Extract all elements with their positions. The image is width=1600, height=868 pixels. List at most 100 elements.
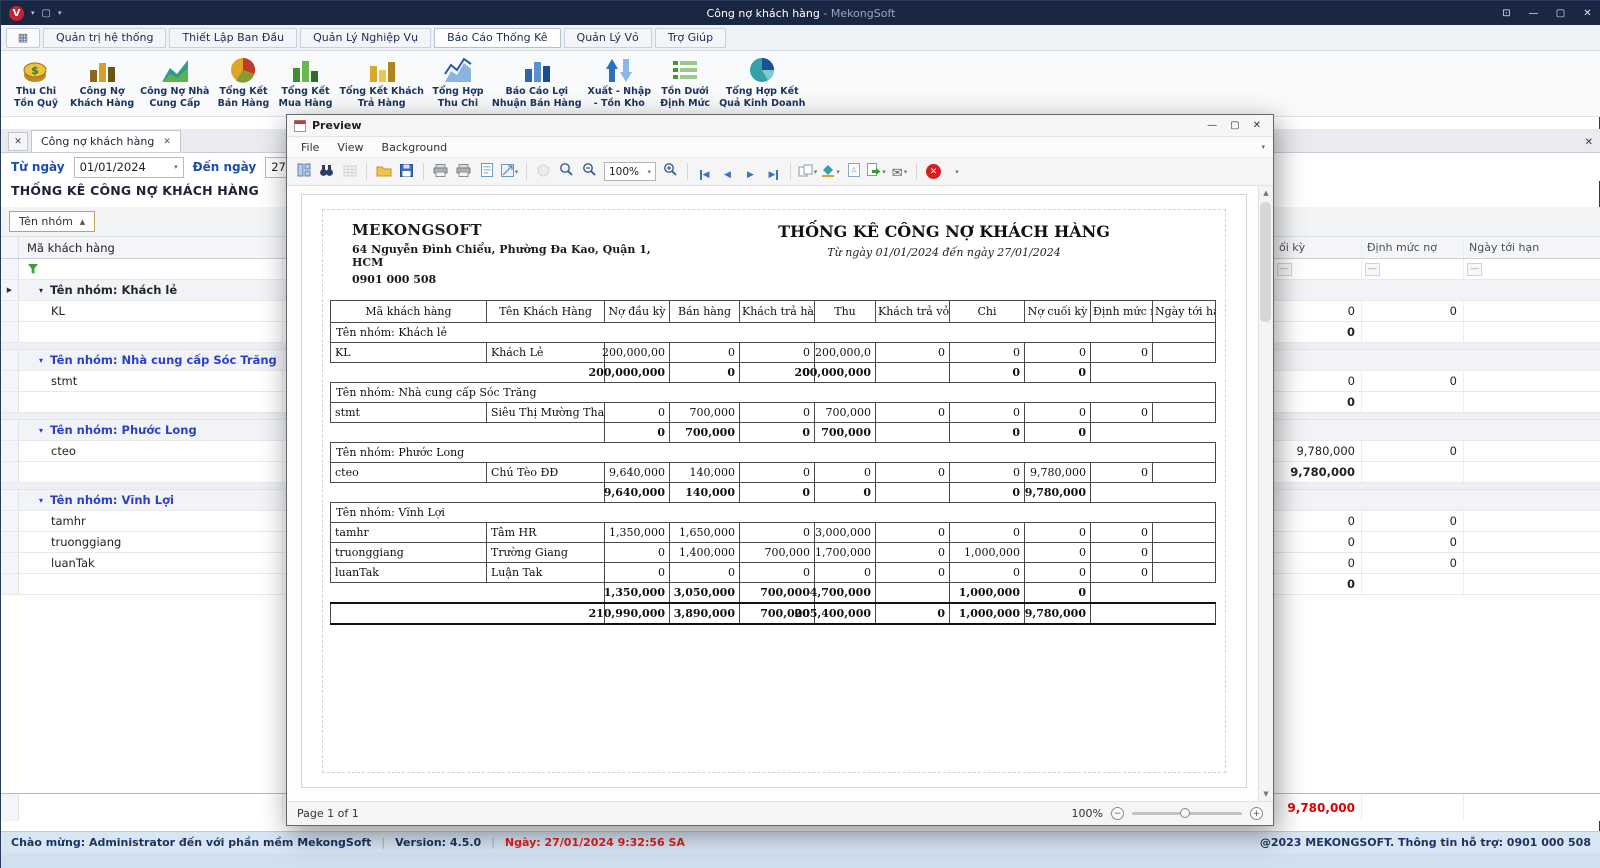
zoom-slider[interactable] [1132, 812, 1242, 815]
close-preview-button[interactable]: ✕ [923, 161, 944, 183]
expand-icon[interactable]: ⊡ [1493, 1, 1520, 25]
prev-page-button[interactable]: ◀ [717, 161, 738, 183]
ribbon-tool-6[interactable]: Tổng Kết KháchTrả Hàng [336, 53, 426, 116]
app-logo-icon[interactable]: V [9, 6, 24, 21]
zoom-in-button[interactable] [660, 161, 681, 183]
from-date-label: Từ ngày [11, 160, 65, 174]
zoom-slider-thumb[interactable] [1180, 808, 1190, 818]
chevron-down-icon[interactable]: ▾ [58, 9, 62, 17]
report-table-wrap: Mã khách hàngTên Khách HàngNợ đầu kỳBán … [302, 286, 1246, 625]
ribbon-tool-4[interactable]: Tổng KếtBán Hàng [212, 53, 274, 116]
zoom-level-combo[interactable]: 100%▾ [604, 162, 656, 181]
report-text-cell: Chú Tèo ĐĐ [487, 463, 605, 483]
column-header-ngay-toi-han[interactable]: Ngày tới hạn [1463, 237, 1600, 258]
print-icon [433, 162, 448, 181]
preview-minimize-button[interactable]: — [1207, 120, 1217, 131]
tab-tro-giup[interactable]: Trợ Giúp [655, 28, 726, 48]
ribbon-tool-5[interactable]: Tổng KếtMua Hàng [274, 53, 336, 116]
watermark-button[interactable]: A [843, 161, 864, 183]
page-setup-button[interactable] [476, 161, 497, 183]
close-tab-icon[interactable]: ✕ [163, 137, 171, 147]
export-icon [867, 162, 881, 181]
email-button[interactable]: ✉▾ [889, 161, 910, 183]
filter-cell-ma-khach-hang[interactable] [19, 259, 283, 279]
customer-code-cell: stmt [19, 371, 283, 391]
menu-file[interactable]: File [292, 139, 328, 156]
ribbon-tool-7[interactable]: Tổng HợpThu Chi [427, 53, 489, 116]
bars-blue-icon [522, 55, 552, 85]
print-button[interactable] [430, 161, 451, 183]
customize-icon[interactable]: ▢ [42, 8, 51, 19]
chevron-down-icon[interactable]: ▾ [174, 163, 178, 171]
more-button[interactable]: ▾ [946, 161, 967, 183]
first-page-button[interactable]: ◀ [694, 161, 715, 183]
page-thumbnails-button[interactable] [293, 161, 314, 183]
zoom-out-button[interactable]: − [1111, 807, 1124, 820]
ribbon-tool-3[interactable]: Công Nợ NhàCung Cấp [137, 53, 212, 116]
close-document-button[interactable]: ✕ [8, 132, 28, 151]
tab-bao-cao-thong-ke[interactable]: Báo Cáo Thống Kê [434, 28, 560, 48]
chevron-down-icon: ▾ [814, 168, 818, 176]
tab-quan-tri-he-thong[interactable]: Quản trị hệ thống [43, 28, 166, 48]
ribbon-tool-1[interactable]: $Thu ChiTồn Quỹ [5, 53, 67, 116]
menu-view[interactable]: View [328, 139, 372, 156]
report-number-cell: 0 [1091, 463, 1153, 483]
minimize-button[interactable]: — [1520, 1, 1547, 25]
column-header-ma-khach-hang[interactable]: Mã khách hàng [19, 237, 283, 258]
ribbon-tool-11[interactable]: Tổng Hợp KếtQuả Kinh Doanh [716, 53, 808, 116]
coin-icon: $ [21, 55, 51, 85]
open-folder-button[interactable] [373, 161, 394, 183]
document-tab-cong-no-khach-hang[interactable]: Công nợ khách hàng ✕ [31, 130, 181, 152]
filter-cell-ngay-toi-han[interactable]: — [1463, 259, 1600, 279]
page-color-button[interactable]: ▾ [820, 161, 841, 183]
search-button[interactable] [316, 161, 337, 183]
filter-cell-no-cuoi-ky[interactable]: — [1273, 259, 1361, 279]
hand-tool-button[interactable] [533, 161, 554, 183]
row-indicator [1, 490, 19, 510]
preview-close-button[interactable]: ✕ [1253, 120, 1261, 131]
quick-print-button[interactable] [453, 161, 474, 183]
column-header-dinh-muc-no[interactable]: Định mức nợ [1361, 237, 1463, 258]
scroll-up-icon[interactable]: ▲ [1263, 189, 1268, 197]
tab-quan-ly-vo[interactable]: Quản Lý Vỏ [564, 28, 652, 48]
tab-quan-ly-nghiep-vu[interactable]: Quản Lý Nghiệp Vụ [300, 28, 431, 48]
ribbon-tool-9[interactable]: Xuất - Nhập- Tồn Kho [585, 53, 655, 116]
report-column-header: Tên Khách Hàng [487, 301, 605, 323]
collapse-caret-icon[interactable]: ▾ [39, 496, 43, 505]
maximize-button[interactable]: ▢ [1547, 1, 1574, 25]
collapse-caret-icon[interactable]: ▾ [39, 286, 43, 295]
tab-thiet-lap-ban-dau[interactable]: Thiết Lập Ban Đầu [169, 28, 297, 48]
preview-maximize-button[interactable]: ▢ [1230, 120, 1239, 131]
collapse-caret-icon[interactable]: ▾ [39, 356, 43, 365]
last-page-button[interactable]: ▶ [763, 161, 784, 183]
close-panel-icon[interactable]: ✕ [1585, 137, 1593, 148]
multi-page-button[interactable]: ▾ [797, 161, 818, 183]
save-button[interactable] [396, 161, 417, 183]
close-button[interactable]: ✕ [1574, 1, 1600, 25]
export-button[interactable]: ▾ [866, 161, 887, 183]
company-block: MEKONGSOFT 64 Nguyễn Đình Chiểu, Phường … [352, 221, 672, 286]
ribbon-tool-2[interactable]: Công NợKhách Hàng [67, 53, 137, 116]
column-header-no-cuoi-ky[interactable]: ối kỳ [1273, 237, 1361, 258]
filter-cell-dinh-muc-no[interactable]: — [1361, 259, 1463, 279]
ribbon-tool-8[interactable]: Báo Cáo LợiNhuận Bán Hàng [489, 53, 585, 116]
next-page-button[interactable]: ▶ [740, 161, 761, 183]
scrollbar-thumb[interactable] [1260, 202, 1271, 322]
application-menu-button[interactable]: ▦ [6, 28, 40, 48]
preview-titlebar[interactable]: Preview — ▢ ✕ [287, 115, 1273, 137]
toolbar-overflow-icon[interactable]: ▾ [1261, 143, 1265, 151]
ribbon-tool-10[interactable]: Tồn DướiĐịnh Mức [654, 53, 716, 116]
table-button[interactable] [339, 161, 360, 183]
zoom-out-button[interactable] [579, 161, 600, 183]
group-by-chip-ten-nhom[interactable]: Tên nhóm ▲ [9, 211, 95, 232]
scale-button[interactable]: ▾ [499, 161, 520, 183]
report-number-cell: 200,000,00 [605, 343, 670, 363]
from-date-input[interactable]: 01/01/2024▾ [74, 157, 184, 178]
zoom-in-button[interactable]: + [1250, 807, 1263, 820]
menu-background[interactable]: Background [373, 139, 457, 156]
magnifier-button[interactable] [556, 161, 577, 183]
collapse-caret-icon[interactable]: ▾ [39, 426, 43, 435]
chevron-down-icon[interactable]: ▾ [31, 9, 35, 17]
scroll-down-icon[interactable]: ▼ [1263, 790, 1268, 798]
report-number-cell: 0 [815, 483, 876, 503]
